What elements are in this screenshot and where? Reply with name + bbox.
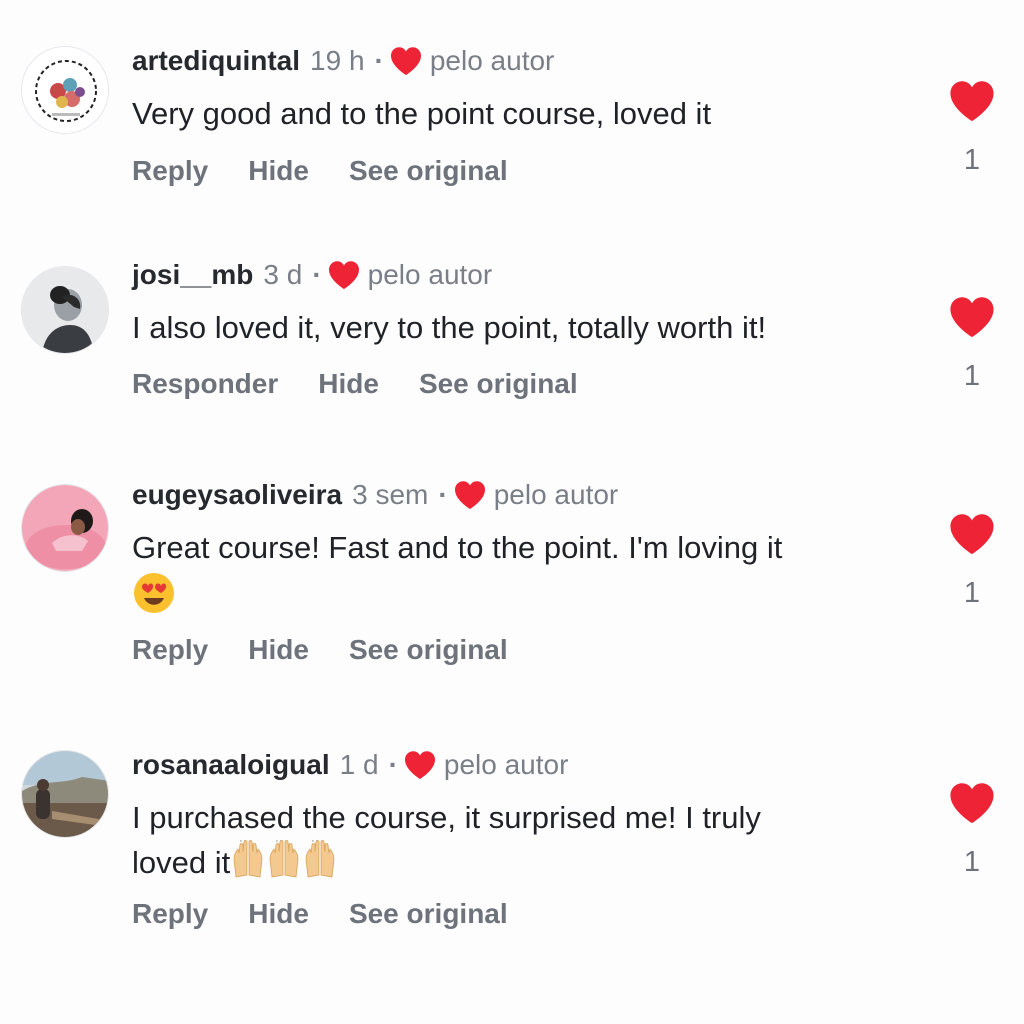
hide-button[interactable]: Hide bbox=[248, 155, 309, 187]
separator: · bbox=[388, 749, 398, 780]
comment-text: Great course! Fast and to the point. I'm… bbox=[132, 530, 783, 565]
separator: · bbox=[374, 45, 384, 76]
author-heart-icon bbox=[404, 750, 436, 780]
like-count: 1 bbox=[963, 144, 981, 176]
timestamp: 3 sem bbox=[352, 479, 429, 510]
username[interactable]: artediquintal bbox=[132, 44, 300, 78]
comment-actions: Reply Hide See original bbox=[132, 634, 548, 666]
username[interactable]: josi__mb bbox=[132, 258, 253, 292]
like-control: 1 bbox=[944, 782, 1000, 879]
woman-profile-avatar[interactable] bbox=[21, 266, 109, 354]
comment-text: I also loved it, very to the point, tota… bbox=[132, 310, 767, 345]
comment-text-block: Great course! Fast and to the point. I'm… bbox=[132, 526, 914, 615]
comment-meta: eugeysaoliveira 3 sem · pelo autor bbox=[132, 478, 914, 512]
raising-hands-emoji-icon bbox=[266, 839, 302, 879]
see-original-button[interactable]: See original bbox=[349, 634, 508, 666]
author-like-label: pelo autor bbox=[443, 749, 569, 780]
like-heart-icon[interactable] bbox=[949, 782, 995, 824]
hide-button[interactable]: Hide bbox=[248, 634, 309, 666]
comment-meta: artediquintal 19 h · pelo autor bbox=[132, 44, 914, 78]
username[interactable]: rosanaaloigual bbox=[132, 748, 330, 782]
comment-text: Very good and to the point course, loved… bbox=[132, 96, 712, 131]
author-like-label: pelo autor bbox=[493, 479, 619, 510]
timestamp: 19 h bbox=[310, 45, 365, 76]
separator: · bbox=[312, 259, 322, 290]
like-heart-icon[interactable] bbox=[949, 80, 995, 122]
comment-meta: rosanaaloigual 1 d · pelo autor bbox=[132, 748, 914, 782]
see-original-button[interactable]: See original bbox=[349, 155, 508, 187]
hide-button[interactable]: Hide bbox=[248, 898, 309, 930]
like-control: 1 bbox=[944, 296, 1000, 393]
reply-button[interactable]: Reply bbox=[132, 155, 208, 187]
hide-button[interactable]: Hide bbox=[318, 368, 379, 400]
author-like-label: pelo autor bbox=[367, 259, 493, 290]
landscape-photo-avatar[interactable] bbox=[21, 750, 109, 838]
see-original-button[interactable]: See original bbox=[419, 368, 578, 400]
author-heart-icon bbox=[390, 46, 422, 76]
comment-text-line2: loved it bbox=[132, 845, 231, 880]
username[interactable]: eugeysaoliveira bbox=[132, 478, 342, 512]
heart-eyes-emoji-icon bbox=[134, 572, 174, 613]
reply-button[interactable]: Responder bbox=[132, 368, 278, 400]
comment-actions: Reply Hide See original bbox=[132, 898, 548, 930]
separator: · bbox=[438, 479, 448, 510]
like-count: 1 bbox=[963, 360, 981, 392]
like-heart-icon[interactable] bbox=[949, 513, 995, 555]
comment-text-line1: I purchased the course, it surprised me!… bbox=[132, 800, 761, 835]
reply-button[interactable]: Reply bbox=[132, 898, 208, 930]
timestamp: 1 d bbox=[339, 749, 379, 780]
author-heart-icon bbox=[454, 480, 486, 510]
reply-button[interactable]: Reply bbox=[132, 634, 208, 666]
comment-actions: Reply Hide See original bbox=[132, 155, 548, 187]
comment-text-block: I purchased the course, it surprised me!… bbox=[132, 796, 914, 884]
raising-hands-emoji-icon bbox=[302, 839, 338, 879]
art-logo-avatar[interactable] bbox=[21, 46, 109, 134]
like-heart-icon[interactable] bbox=[949, 296, 995, 338]
like-control: 1 bbox=[944, 80, 1000, 177]
raising-hands-emoji-icon bbox=[230, 839, 266, 879]
author-like-label: pelo autor bbox=[429, 45, 555, 76]
like-count: 1 bbox=[963, 846, 981, 878]
pink-photo-avatar[interactable] bbox=[21, 484, 109, 572]
author-heart-icon bbox=[328, 260, 360, 290]
like-count: 1 bbox=[963, 577, 981, 609]
comment-meta: josi__mb 3 d · pelo autor bbox=[132, 258, 914, 292]
see-original-button[interactable]: See original bbox=[349, 898, 508, 930]
like-control: 1 bbox=[944, 513, 1000, 610]
timestamp: 3 d bbox=[263, 259, 303, 290]
comment-actions: Responder Hide See original bbox=[132, 368, 618, 400]
